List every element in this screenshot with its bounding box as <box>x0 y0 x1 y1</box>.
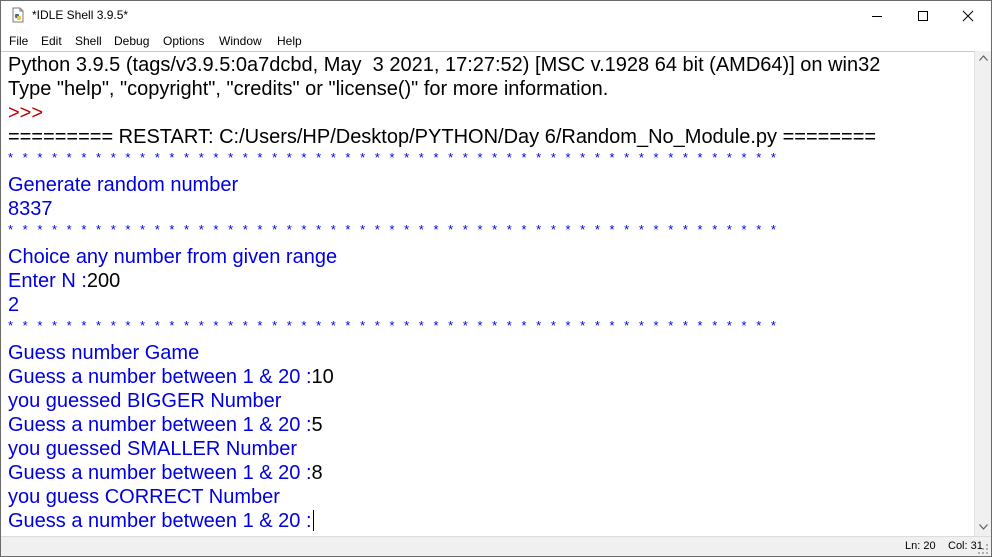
guess-value: 10 <box>311 366 334 388</box>
guess-prompt: Guess a number between 1 & 20 : <box>8 366 312 388</box>
resize-grip-icon[interactable] <box>977 543 989 555</box>
banner-line: Python 3.9.5 (tags/v3.9.5:0a7dcbd, May 3… <box>8 54 881 76</box>
text-cursor <box>312 510 314 531</box>
guess-input-line: Guess a number between 1 & 20 :10 <box>8 365 334 389</box>
guess-result: you guess CORRECT Number <box>8 486 280 508</box>
separator-stars: * * * * * * * * * * * * * * * * * * * * … <box>8 318 779 333</box>
output-guess-heading: Guess number Game <box>8 342 200 364</box>
maximize-icon <box>918 11 928 21</box>
shell-prompt: >>> <box>8 102 44 124</box>
input-line-enter-n: Enter N :200 <box>8 269 120 293</box>
output-choice-heading: Choice any number from given range <box>8 246 338 268</box>
shell-text-area[interactable]: Python 3.9.5 (tags/v3.9.5:0a7dcbd, May 3… <box>1 51 974 537</box>
scroll-up-icon[interactable] <box>979 55 988 61</box>
enter-n-prompt: Enter N : <box>8 270 87 292</box>
current-input-line[interactable]: Guess a number between 1 & 20 : <box>8 509 314 533</box>
menu-edit[interactable]: Edit <box>41 34 62 48</box>
separator-stars: * * * * * * * * * * * * * * * * * * * * … <box>8 222 779 237</box>
banner-help-line: Type "help", "copyright", "credits" or "… <box>8 78 609 100</box>
minimize-icon <box>872 16 882 17</box>
guess-input-line: Guess a number between 1 & 20 :5 <box>8 413 323 437</box>
guess-prompt: Guess a number between 1 & 20 : <box>8 414 312 436</box>
title-bar[interactable]: *IDLE Shell 3.9.5* <box>1 1 991 31</box>
status-bar: Ln: 20 Col: 31 <box>1 536 991 556</box>
scroll-down-icon[interactable] <box>979 524 988 530</box>
output-generate-heading: Generate random number <box>8 174 239 196</box>
menu-options[interactable]: Options <box>163 34 204 48</box>
maximize-button[interactable] <box>900 1 946 31</box>
close-button[interactable] <box>945 1 991 31</box>
separator-stars: * * * * * * * * * * * * * * * * * * * * … <box>8 150 779 165</box>
menu-window[interactable]: Window <box>219 34 262 48</box>
menu-shell[interactable]: Shell <box>75 34 102 48</box>
idle-shell-window: *IDLE Shell 3.9.5* File Edit Shell Debug… <box>0 0 992 557</box>
vertical-scrollbar[interactable] <box>974 51 991 536</box>
close-icon <box>962 10 974 22</box>
guess-prompt: Guess a number between 1 & 20 : <box>8 462 312 484</box>
python-file-icon <box>10 7 26 23</box>
menu-bar: File Edit Shell Debug Options Window Hel… <box>1 31 991 50</box>
menu-help[interactable]: Help <box>277 34 302 48</box>
line-number-status: Ln: 20 <box>905 540 936 552</box>
guess-prompt: Guess a number between 1 & 20 : <box>8 510 312 532</box>
guess-value: 8 <box>311 462 323 484</box>
guess-result: you guessed SMALLER Number <box>8 438 298 460</box>
guess-result: you guessed BIGGER Number <box>8 390 282 412</box>
minimize-button[interactable] <box>854 1 900 31</box>
window-title: *IDLE Shell 3.9.5* <box>32 8 129 22</box>
enter-n-value: 200 <box>86 270 121 292</box>
menu-debug[interactable]: Debug <box>114 34 149 48</box>
guess-value: 5 <box>311 414 323 436</box>
guess-input-line: Guess a number between 1 & 20 :8 <box>8 461 323 485</box>
menu-file[interactable]: File <box>9 34 28 48</box>
